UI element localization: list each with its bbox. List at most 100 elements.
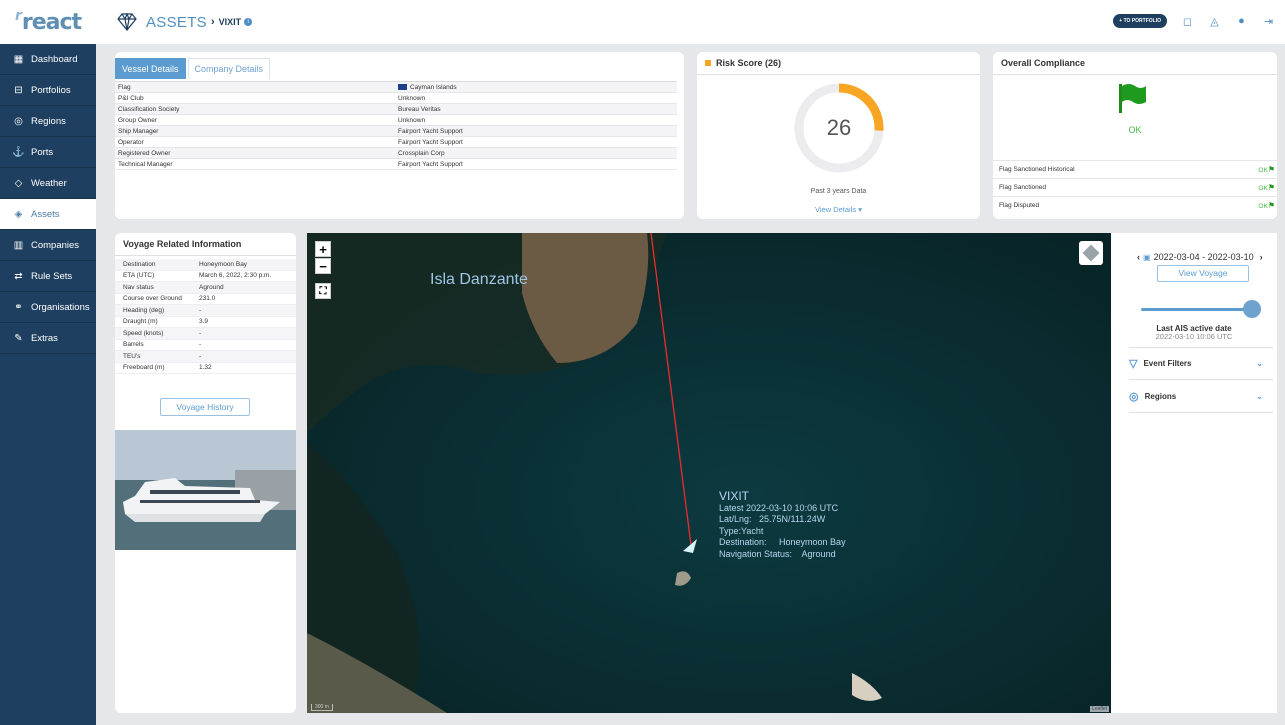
zoom-in-button[interactable]: + (315, 241, 331, 257)
tab-vessel-details[interactable]: Vessel Details (115, 58, 186, 79)
table-row: Freeboard (m) 1.32 (115, 363, 296, 374)
zoom-out-button[interactable]: − (315, 258, 331, 274)
cayman-flag-icon (398, 83, 407, 90)
table-row: Speed (knots) - (115, 328, 296, 340)
voyage-info-card: Voyage Related Information Destination Ho… (115, 233, 296, 713)
row-label: Group Owner (118, 116, 158, 124)
row-value-text: Cayman Islands (410, 83, 457, 91)
green-flag-icon: ⚑ (1267, 200, 1275, 210)
ais-slider-handle[interactable] (1243, 300, 1261, 318)
funnel-icon: ▽ (1129, 358, 1138, 370)
date-range[interactable]: 2022-03-04 - 2022-03-10 (1154, 252, 1254, 262)
sidebar-item-ports[interactable]: ⚓ Ports (0, 137, 96, 168)
calendar-icon[interactable]: ▣ (1143, 253, 1151, 262)
view-details-link[interactable]: View Details ▾ (697, 205, 980, 214)
row-value: Bureau Veritas (395, 106, 677, 113)
sidebar-item-rule-sets[interactable]: ⇄ Rule Sets (0, 261, 96, 292)
row-label: Technical Manager (118, 160, 173, 168)
chevron-down-icon: ⌄ (1256, 359, 1263, 368)
row-label: Destination (123, 260, 156, 268)
row-value: - (199, 329, 202, 337)
user-icon[interactable]: ● (1235, 15, 1248, 28)
next-date-button[interactable]: › (1260, 252, 1263, 262)
regions-filter-toggle[interactable]: ◎ Regions ⌄ (1129, 381, 1273, 413)
row-value-text: Unknown (398, 94, 426, 102)
green-flag-icon (1119, 84, 1146, 113)
previous-date-button[interactable]: ‹ (1137, 252, 1140, 262)
sidebar-item-label: Dashboard (31, 53, 78, 65)
sidebar-item-regions[interactable]: ◎ Regions (0, 106, 96, 137)
row-label: Heading (deg) (123, 306, 165, 314)
row-label: Registered Owner (118, 149, 171, 157)
chat-icon[interactable]: ◻ (1181, 15, 1194, 28)
dashboard-icon: ▦ (13, 53, 24, 65)
table-row: Classification Society Bureau Veritas (115, 104, 677, 115)
sidebar-item-weather[interactable]: ◇ Weather (0, 168, 96, 199)
sidebar-item-organisations[interactable]: ⚭ Organisations (0, 292, 96, 323)
info-icon[interactable]: i (244, 18, 253, 26)
sidebar-item-portfolios[interactable]: ⊟ Portfolios (0, 75, 96, 106)
sidebar-item-dashboard[interactable]: ▦ Dashboard (0, 44, 96, 75)
date-range-nav: ‹ ▣ 2022-03-04 - 2022-03-10 › (1137, 252, 1263, 262)
risk-score-value: 26 (826, 115, 852, 140)
risk-period-label: Past 3 years Data (810, 188, 867, 195)
map-scale: 300 m (311, 704, 333, 711)
sidebar-item-label: Extras (31, 332, 58, 344)
breadcrumb-separator: › (211, 16, 215, 28)
fullscreen-button[interactable]: ⛶ (315, 283, 331, 299)
chevron-down-icon: ⌄ (1256, 392, 1263, 401)
table-row: Technical Manager Fairport Yacht Support (115, 159, 677, 170)
tab-company-details[interactable]: Company Details (187, 58, 271, 79)
vessel-details-table: Flag Cayman Islands P&I Club Unknown Classif… (115, 81, 677, 170)
table-row: Nav status Aground (115, 282, 296, 294)
ais-slider[interactable] (1141, 308, 1253, 311)
row-value: - (199, 341, 202, 349)
map-attribution[interactable]: Leaflet (1089, 706, 1109, 712)
sidebar-nav: ▦ Dashboard ⊟ Portfolios ◎ Regions ⚓ Ports ◇ Weat… (0, 44, 96, 354)
logout-icon[interactable]: ⇥ (1262, 15, 1275, 28)
table-row: Draught (m) 3.9 (115, 317, 296, 328)
row-label: ETA (UTC) (123, 272, 155, 280)
sliders-icon: ⇄ (14, 270, 23, 282)
map-view[interactable]: + − ⛶ Isla Danzante VIXIT Latest 2022-03… (307, 233, 1111, 713)
row-value: Crossplain Corp (395, 150, 677, 157)
table-row: Course over Ground 231.0 (115, 294, 296, 305)
row-label: Barrels (123, 341, 144, 349)
sidebar-item-companies[interactable]: ▥ Companies (0, 230, 96, 261)
row-value: Honeymoon Bay (199, 260, 248, 268)
voyage-history-button[interactable]: Voyage History (160, 398, 250, 416)
bell-icon[interactable]: ◬ (1208, 15, 1221, 28)
row-value: 1.32 (199, 364, 212, 372)
row-value: Fairport Yacht Support (395, 139, 677, 146)
table-row: Destination Honeymoon Bay (115, 259, 296, 271)
add-to-portfolio-button[interactable]: + TO PORTFOLIO (1113, 14, 1167, 28)
map-place-label: Isla Danzante (430, 271, 528, 288)
compliance-row-status: OK⚑ (1258, 201, 1275, 210)
breadcrumb-assets[interactable]: ASSETS (146, 14, 207, 31)
table-row: Registered Owner Crossplain Corp (115, 148, 677, 159)
risk-square-icon (705, 60, 711, 66)
anchor-icon: ⚓ (12, 146, 25, 158)
vessel-tabs: Vessel Details Company Details (115, 52, 684, 79)
table-row: P&I Club Unknown (115, 93, 677, 104)
top-bar: ASSETS › VIXIT i + TO PORTFOLIO ◻ ◬ ● ⇥ (96, 0, 1285, 44)
layers-button[interactable] (1079, 241, 1103, 265)
row-value-text: Crossplain Corp (398, 149, 445, 157)
compliance-row-label: Flag Sanctioned (999, 183, 1046, 191)
regions-filter-label: Regions (1144, 392, 1177, 401)
view-voyage-button[interactable]: View Voyage (1157, 265, 1249, 282)
vessel-details-card: Vessel Details Company Details Flag Cayman… (115, 52, 684, 219)
row-label: P&I Club (118, 94, 144, 102)
sidebar-item-assets[interactable]: ◈ Assets (0, 199, 96, 230)
row-value: Unknown (395, 117, 677, 124)
diamond-icon: ◈ (14, 208, 23, 220)
sidebar-item-extras[interactable]: ✎ Extras (0, 323, 96, 354)
breadcrumb-asset-name: VIXIT (218, 17, 242, 27)
row-label: Ship Manager (118, 127, 159, 135)
compliance-row: Flag Disputed OK⚑ (993, 196, 1277, 213)
event-filters-toggle[interactable]: ▽ Event Filters ⌄ (1129, 348, 1273, 380)
app-logo[interactable]: r react (0, 0, 96, 44)
vessel-photo (115, 430, 296, 550)
table-row: Heading (deg) - (115, 305, 296, 317)
compliance-row: Flag Sanctioned OK⚑ (993, 178, 1277, 195)
